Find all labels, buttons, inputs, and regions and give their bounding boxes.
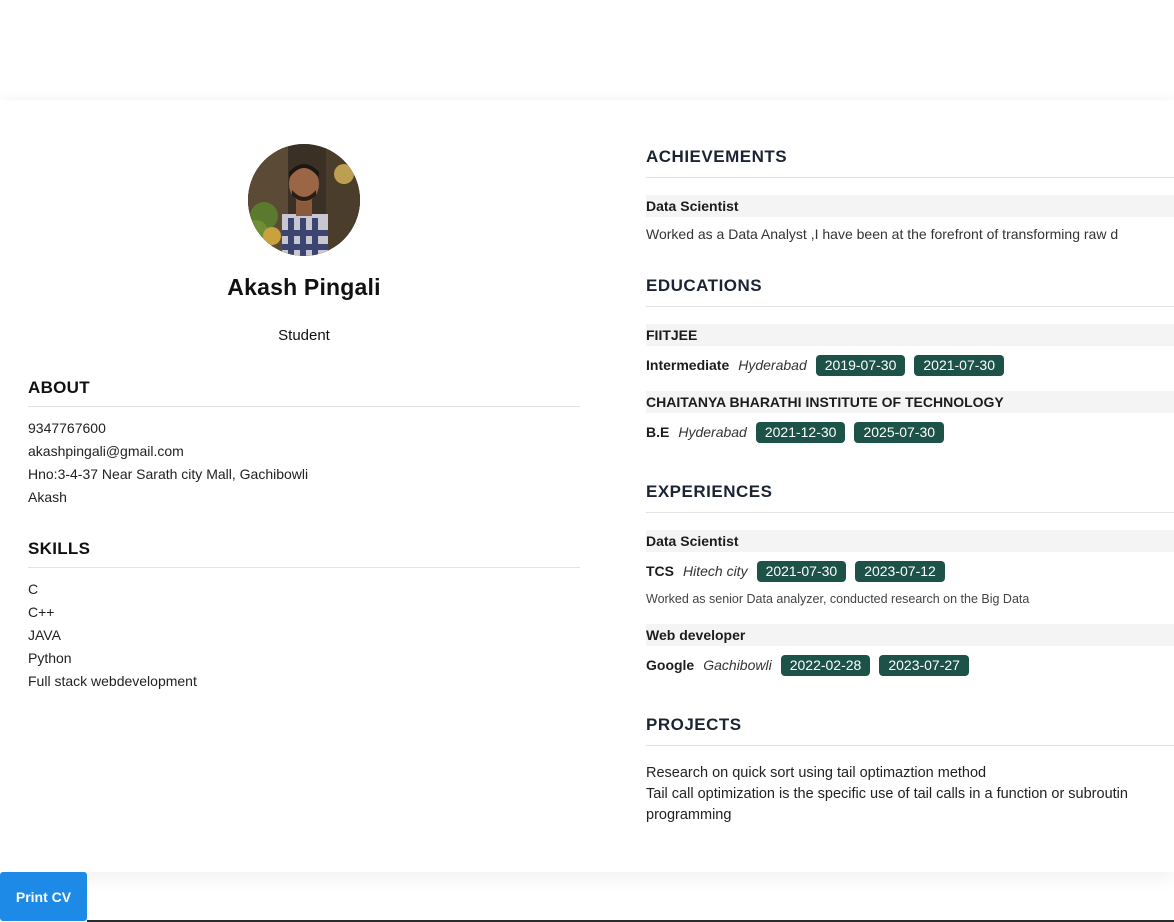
about-phone: 9347767600 bbox=[28, 420, 106, 436]
skill-item: C++ bbox=[28, 604, 55, 620]
educations-section: EDUCATIONS FIITJEE Intermediate Hyderaba… bbox=[646, 276, 1174, 444]
educations-heading: EDUCATIONS bbox=[646, 276, 1174, 307]
experience-location: Hitech city bbox=[683, 563, 748, 579]
date-badge-end: 2023-07-12 bbox=[855, 560, 945, 582]
date-badge-start: 2021-12-30 bbox=[755, 421, 846, 443]
project-entry: Research on quick sort using tail optima… bbox=[646, 763, 1174, 826]
experience-title: Web developer bbox=[646, 624, 1174, 646]
date-badge-end: 2025-07-30 bbox=[854, 421, 945, 443]
project-title: Research on quick sort using tail optima… bbox=[646, 765, 987, 781]
date-badge-end: 2023-07-27 bbox=[879, 654, 969, 676]
avatar-photo bbox=[248, 144, 360, 256]
skills-list: C C++ JAVA Python Full stack webdevelopm… bbox=[28, 578, 580, 693]
date-badge-start: 2021-07-30 bbox=[756, 560, 847, 582]
achievement-entry: Data Scientist Worked as a Data Analyst … bbox=[646, 195, 1174, 242]
experiences-section: EXPERIENCES Data Scientist TCS Hitech ci… bbox=[646, 482, 1174, 677]
cv-card: Akash Pingali Student ABOUT 9347767600 a… bbox=[0, 100, 1174, 872]
date-badge-start: 2019-07-30 bbox=[815, 354, 906, 376]
about-address: Hno:3-4-37 Near Sarath city Mall, Gachib… bbox=[28, 466, 309, 482]
about-note: Akash bbox=[28, 489, 67, 505]
achievements-heading: ACHIEVEMENTS bbox=[646, 147, 1174, 178]
education-meta: B.E Hyderabad 2021-12-30 2025-07-30 bbox=[646, 420, 1174, 444]
experience-location: Gachibowli bbox=[703, 657, 772, 673]
education-entry: CHAITANYA BHARATHI INSTITUTE OF TECHNOLO… bbox=[646, 391, 1174, 444]
experiences-heading: EXPERIENCES bbox=[646, 482, 1174, 513]
skill-item: C bbox=[28, 581, 39, 597]
about-heading: ABOUT bbox=[28, 378, 580, 407]
education-institution: FIITJEE bbox=[646, 324, 1174, 346]
skill-item: Full stack webdevelopment bbox=[28, 673, 197, 689]
achievement-title: Data Scientist bbox=[646, 195, 1174, 217]
skill-item: JAVA bbox=[28, 627, 61, 643]
date-badge-end: 2021-07-30 bbox=[914, 354, 1004, 376]
education-location: Hyderabad bbox=[738, 357, 807, 373]
experience-company: TCS bbox=[646, 563, 674, 579]
education-degree: B.E bbox=[646, 424, 670, 440]
education-meta: Intermediate Hyderabad 2019-07-30 2021-0… bbox=[646, 353, 1174, 377]
experience-meta: TCS Hitech city 2021-07-30 2023-07-12 bbox=[646, 559, 1174, 583]
experience-company: Google bbox=[646, 657, 695, 673]
achievements-section: ACHIEVEMENTS Data Scientist Worked as a … bbox=[646, 147, 1174, 242]
education-entry: FIITJEE Intermediate Hyderabad 2019-07-3… bbox=[646, 324, 1174, 377]
experience-description: Worked as senior Data analyzer, conducte… bbox=[646, 592, 1030, 606]
date-badge-start: 2022-02-28 bbox=[780, 654, 871, 676]
experience-entry: Web developer Google Gachibowli 2022-02-… bbox=[646, 624, 1174, 677]
top-band bbox=[0, 0, 1174, 100]
education-degree: Intermediate bbox=[646, 357, 730, 373]
profile-role: Student bbox=[278, 327, 330, 344]
about-section: ABOUT 9347767600 akashpingali@gmail.com … bbox=[28, 378, 580, 509]
experience-entry: Data Scientist TCS Hitech city 2021-07-3… bbox=[646, 530, 1174, 606]
projects-section: PROJECTS Research on quick sort using ta… bbox=[646, 715, 1174, 826]
experience-meta: Google Gachibowli 2022-02-28 2023-07-27 bbox=[646, 653, 1174, 677]
education-location: Hyderabad bbox=[678, 424, 747, 440]
print-cv-button[interactable]: Print CV bbox=[0, 872, 87, 921]
skills-section: SKILLS C C++ JAVA Python Full stack webd… bbox=[28, 539, 580, 693]
skills-heading: SKILLS bbox=[28, 539, 580, 568]
avatar bbox=[248, 144, 360, 256]
project-description-line2: programming bbox=[646, 807, 732, 823]
about-list: 9347767600 akashpingali@gmail.com Hno:3-… bbox=[28, 417, 580, 509]
education-institution: CHAITANYA BHARATHI INSTITUTE OF TECHNOLO… bbox=[646, 391, 1174, 413]
experience-title: Data Scientist bbox=[646, 530, 1174, 552]
about-email: akashpingali@gmail.com bbox=[28, 443, 184, 459]
profile-name: Akash Pingali bbox=[227, 274, 381, 300]
achievement-description: Worked as a Data Analyst ,I have been at… bbox=[646, 226, 1119, 242]
projects-heading: PROJECTS bbox=[646, 715, 1174, 746]
project-description-line1: Tail call optimization is the specific u… bbox=[646, 786, 1128, 802]
skill-item: Python bbox=[28, 650, 72, 666]
